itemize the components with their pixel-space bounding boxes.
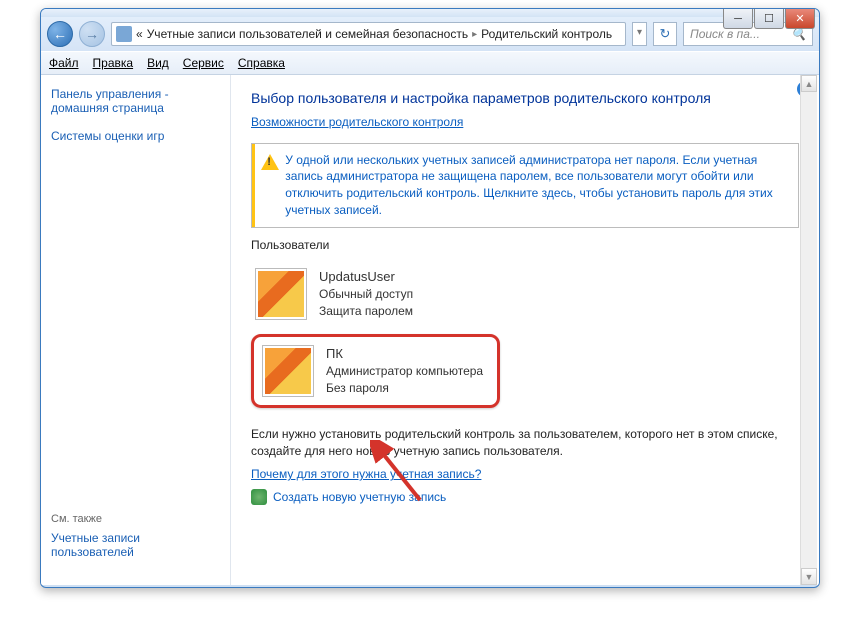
warning-stripe [252,144,255,227]
nav-toolbar: ← → « Учетные записи пользователей и сем… [41,17,819,51]
user-role: Обычный доступ [319,286,413,303]
warning-box[interactable]: У одной или нескольких учетных записей а… [251,143,799,228]
users-icon [251,489,267,505]
breadcrumb[interactable]: « Учетные записи пользователей и семейна… [111,22,626,46]
control-panel-icon [116,26,132,42]
user-name: UpdatusUser [319,268,413,286]
scrollbar[interactable]: ▲ ▼ [800,75,817,585]
user-meta: ПК Администратор компьютера Без пароля [326,345,483,397]
avatar [255,268,307,320]
user-row-pk[interactable]: ПК Администратор компьютера Без пароля [258,341,487,401]
user-name: ПК [326,345,483,363]
breadcrumb-part1[interactable]: Учетные записи пользователей и семейная … [147,27,468,41]
scroll-down-icon[interactable]: ▼ [801,568,817,585]
why-account-link[interactable]: Почему для этого нужна учетная запись? [251,467,799,481]
sidebar-cp-home-line2: домашняя страница [51,101,164,115]
create-account-link[interactable]: Создать новую учетную запись [251,489,799,505]
see-also-label: См. также [51,513,220,525]
sidebar-cp-home-line1: Панель управления - [51,87,169,101]
menubar: Файл Правка Вид Сервис Справка [41,51,819,75]
sidebar-game-ratings[interactable]: Системы оценки игр [51,129,220,143]
menu-help[interactable]: Справка [238,56,285,70]
close-button[interactable]: ✕ [785,9,815,29]
capabilities-link[interactable]: Возможности родительского контроля [251,115,463,129]
menu-view[interactable]: Вид [147,56,169,70]
search-placeholder: Поиск в па... [690,27,760,41]
warning-text[interactable]: У одной или нескольких учетных записей а… [285,144,798,227]
breadcrumb-prefix: « [136,27,143,41]
user-row-updatus[interactable]: UpdatusUser Обычный доступ Защита пароле… [251,264,799,324]
user-meta: UpdatusUser Обычный доступ Защита пароле… [319,268,413,320]
menu-tools[interactable]: Сервис [183,56,224,70]
dropdown-chevron-icon[interactable]: ▾ [632,22,647,46]
page-title: Выбор пользователя и настройка параметро… [251,89,799,109]
left-pane: Панель управления - домашняя страница Си… [41,75,231,585]
sidebar-cp-home[interactable]: Панель управления - домашняя страница [51,87,220,115]
user-password-status: Без пароля [326,380,483,397]
forward-button[interactable]: → [79,21,105,47]
search-icon: 🔍 [791,27,806,41]
right-pane: ? Выбор пользователя и настройка парамет… [231,75,819,585]
maximize-button[interactable]: ☐ [754,9,784,29]
control-panel-window: ─ ☐ ✕ ← → « Учетные записи пользователей… [40,8,820,588]
body: Панель управления - домашняя страница Си… [41,75,819,585]
users-label: Пользователи [251,238,799,252]
user-password-status: Защита паролем [319,303,413,320]
window-controls: ─ ☐ ✕ [723,9,815,29]
create-account-label: Создать новую учетную запись [273,490,446,504]
scroll-up-icon[interactable]: ▲ [801,75,817,92]
warning-icon [261,152,279,172]
refresh-button[interactable]: ↻ [653,22,677,46]
footer-text: Если нужно установить родительский контр… [251,426,799,460]
titlebar [41,9,819,17]
sidebar-user-accounts[interactable]: Учетные записи пользователей [51,531,220,559]
chevron-right-icon: ▸ [472,29,477,40]
breadcrumb-part2[interactable]: Родительский контроль [481,27,612,41]
avatar [262,345,314,397]
menu-edit[interactable]: Правка [93,56,134,70]
minimize-button[interactable]: ─ [723,9,753,29]
scroll-track[interactable] [801,92,817,568]
highlight-annotation: ПК Администратор компьютера Без пароля [251,334,500,408]
back-button[interactable]: ← [47,21,73,47]
menu-file[interactable]: Файл [49,56,79,70]
user-role: Администратор компьютера [326,363,483,380]
